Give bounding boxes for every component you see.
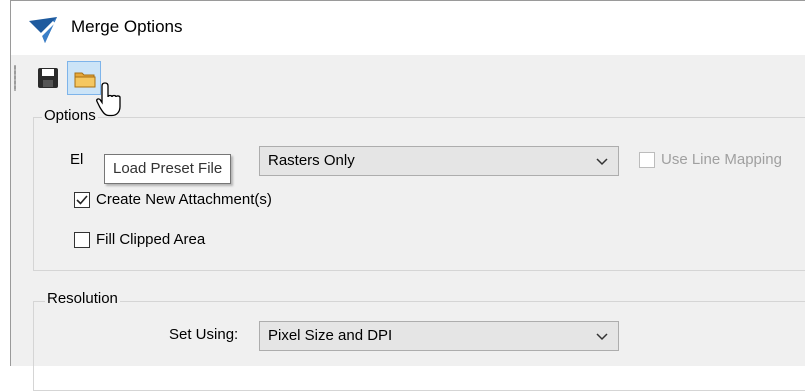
element-type-dropdown[interactable]: Rasters Only (259, 146, 619, 176)
load-preset-tooltip: Load Preset File (104, 154, 232, 184)
mouse-pointer-icon (96, 82, 121, 117)
checkmark-icon (76, 195, 88, 205)
options-group-label: Options (42, 107, 98, 124)
chevron-down-icon (596, 158, 608, 166)
use-line-mapping-label: Use Line Mapping (661, 151, 782, 168)
floppy-disk-icon (38, 68, 58, 88)
set-using-label: Set Using: (169, 326, 239, 343)
merge-options-dialog: Merge Options Options El Rasters Only Us… (10, 0, 805, 391)
set-using-dropdown[interactable]: Pixel Size and DPI (259, 321, 619, 351)
folder-open-icon (74, 72, 96, 88)
toolbar (11, 55, 805, 101)
set-using-value: Pixel Size and DPI (268, 327, 393, 344)
app-logo-icon (29, 17, 57, 43)
checkbox-box[interactable] (74, 192, 90, 208)
element-type-value: Rasters Only (268, 152, 355, 169)
checkbox-box[interactable] (74, 232, 90, 248)
create-new-attachments-label: Create New Attachment(s) (96, 191, 272, 208)
element-label: El (70, 151, 84, 168)
title-bar: Merge Options (11, 1, 805, 55)
toolbar-grip[interactable] (14, 65, 16, 91)
checkbox-box[interactable] (639, 152, 655, 168)
fill-clipped-area-label: Fill Clipped Area (96, 231, 206, 248)
resolution-group-label: Resolution (45, 290, 120, 307)
window-title: Merge Options (71, 17, 183, 36)
chevron-down-icon (596, 333, 608, 341)
save-preset-button[interactable] (31, 61, 65, 95)
